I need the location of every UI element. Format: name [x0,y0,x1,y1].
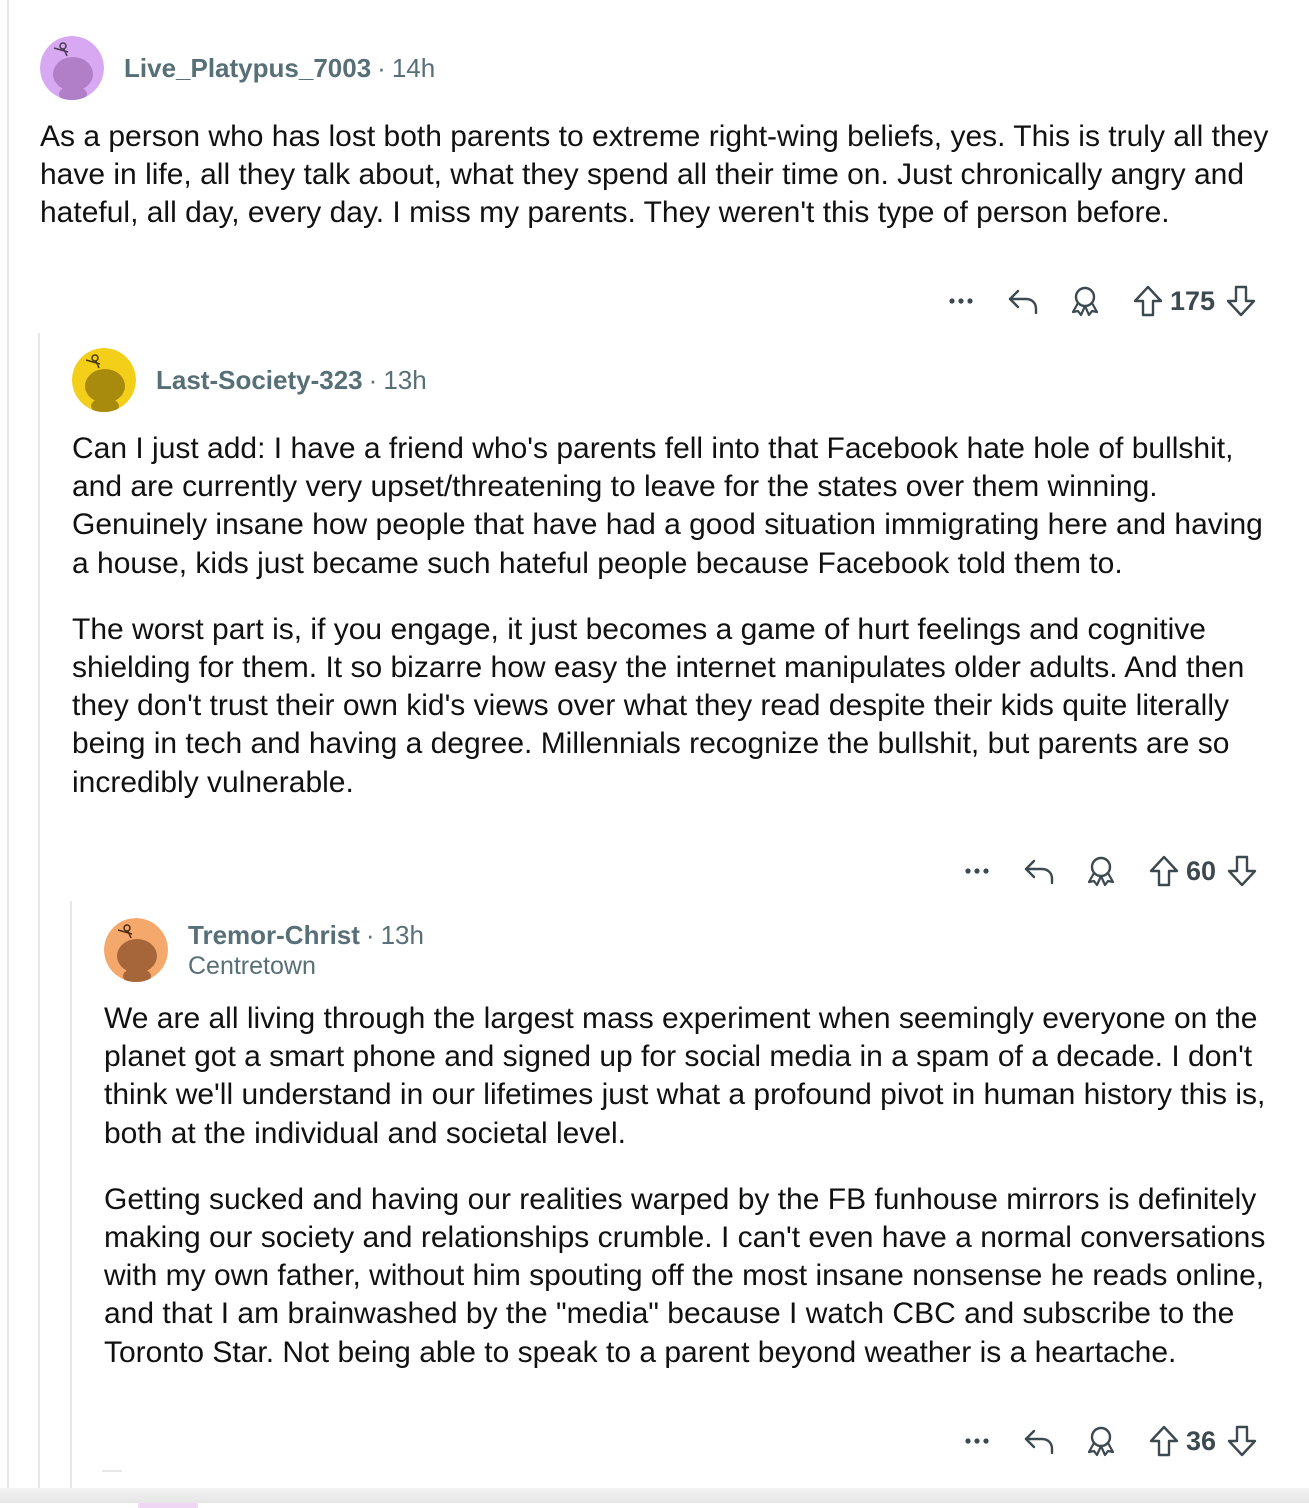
username[interactable]: Tremor-Christ [188,920,360,950]
comment-age: 13h [380,920,424,950]
comment-paragraph: Getting sucked and having our realities … [104,1182,1266,1369]
downvote-icon [1227,855,1257,887]
next-comment-connector [102,1470,122,1472]
comment-body: As a person who has lost both parents to… [40,118,1280,233]
comment-age: 14h [391,53,436,83]
comment-age: 13h [383,365,427,395]
comment: Last-Society-323 · 13h Can I just add: I h… [72,348,1282,802]
award-button[interactable] [1084,1424,1118,1458]
avatar[interactable] [104,918,168,982]
reply-icon [1008,289,1038,315]
comment-body: Can I just add: I have a friend who's pa… [72,430,1282,802]
downvote-button[interactable] [1225,284,1257,318]
comment-header: Last-Society-323 · 13h [72,348,1282,414]
thread-line-root[interactable] [7,0,9,1488]
comment-header: Tremor-Christ · 13h Centretown [104,918,1284,984]
award-button[interactable] [1068,284,1102,318]
award-icon [1087,856,1115,887]
comment-actions: 36 [962,1424,1258,1458]
upvote-icon [1133,285,1163,317]
award-icon [1071,286,1099,317]
vote-score: 60 [1186,855,1217,886]
more-icon [965,1438,989,1444]
upvote-button[interactable] [1132,284,1164,318]
upvote-icon [1149,855,1179,887]
vote-score: 36 [1186,1425,1217,1456]
comment-actions: 60 [962,854,1258,888]
reply-button[interactable] [1022,1425,1056,1457]
vote-score: 175 [1170,285,1216,316]
avatar[interactable] [72,348,136,412]
cut-off-actions [940,0,1280,6]
comment-body: We are all living through the largest ma… [104,1000,1284,1372]
comment-meta: Last-Society-323 · 13h [156,365,427,395]
downvote-button[interactable] [1226,1424,1258,1458]
comment-header: Live_Platypus_7003 · 14h [40,36,1280,102]
thread-line-level-2[interactable] [70,901,72,1488]
upvote-button[interactable] [1148,854,1180,888]
comment-meta: Live_Platypus_7003 · 14h [124,53,436,83]
reply-icon [1024,859,1054,885]
downvote-icon [1226,285,1256,317]
more-button[interactable] [962,856,992,886]
upvote-icon [1149,1425,1179,1457]
reply-icon [1024,1429,1054,1455]
avatar[interactable] [40,36,104,100]
comment-meta: Tremor-Christ · 13h [188,920,424,950]
more-button[interactable] [946,286,976,316]
more-button[interactable] [962,1426,992,1456]
upvote-button[interactable] [1148,1424,1180,1458]
username[interactable]: Last-Society-323 [156,365,363,395]
downvote-icon [1227,1425,1257,1457]
reply-button[interactable] [1006,285,1040,317]
more-icon [949,298,973,304]
comment-paragraph: Can I just add: I have a friend who's pa… [72,432,1263,580]
downvote-button[interactable] [1226,854,1258,888]
award-button[interactable] [1084,854,1118,888]
award-icon [1087,1426,1115,1457]
comment: Live_Platypus_7003 · 14h As a person who h… [40,36,1280,233]
thread-line-level-1[interactable] [38,333,40,1488]
comment-paragraph: We are all living through the largest ma… [104,1002,1266,1150]
more-icon [965,868,989,874]
user-flair: Centretown [188,952,316,980]
reply-button[interactable] [1022,855,1056,887]
comment-paragraph: As a person who has lost both parents to… [40,120,1269,230]
comment-paragraph: The worst part is, if you engage, it jus… [72,612,1245,799]
bottom-edge [0,1488,1309,1503]
comment: Tremor-Christ · 13h Centretown We are all … [104,918,1284,1372]
comment-actions: 175 [946,284,1257,318]
username[interactable]: Live_Platypus_7003 [124,53,371,83]
